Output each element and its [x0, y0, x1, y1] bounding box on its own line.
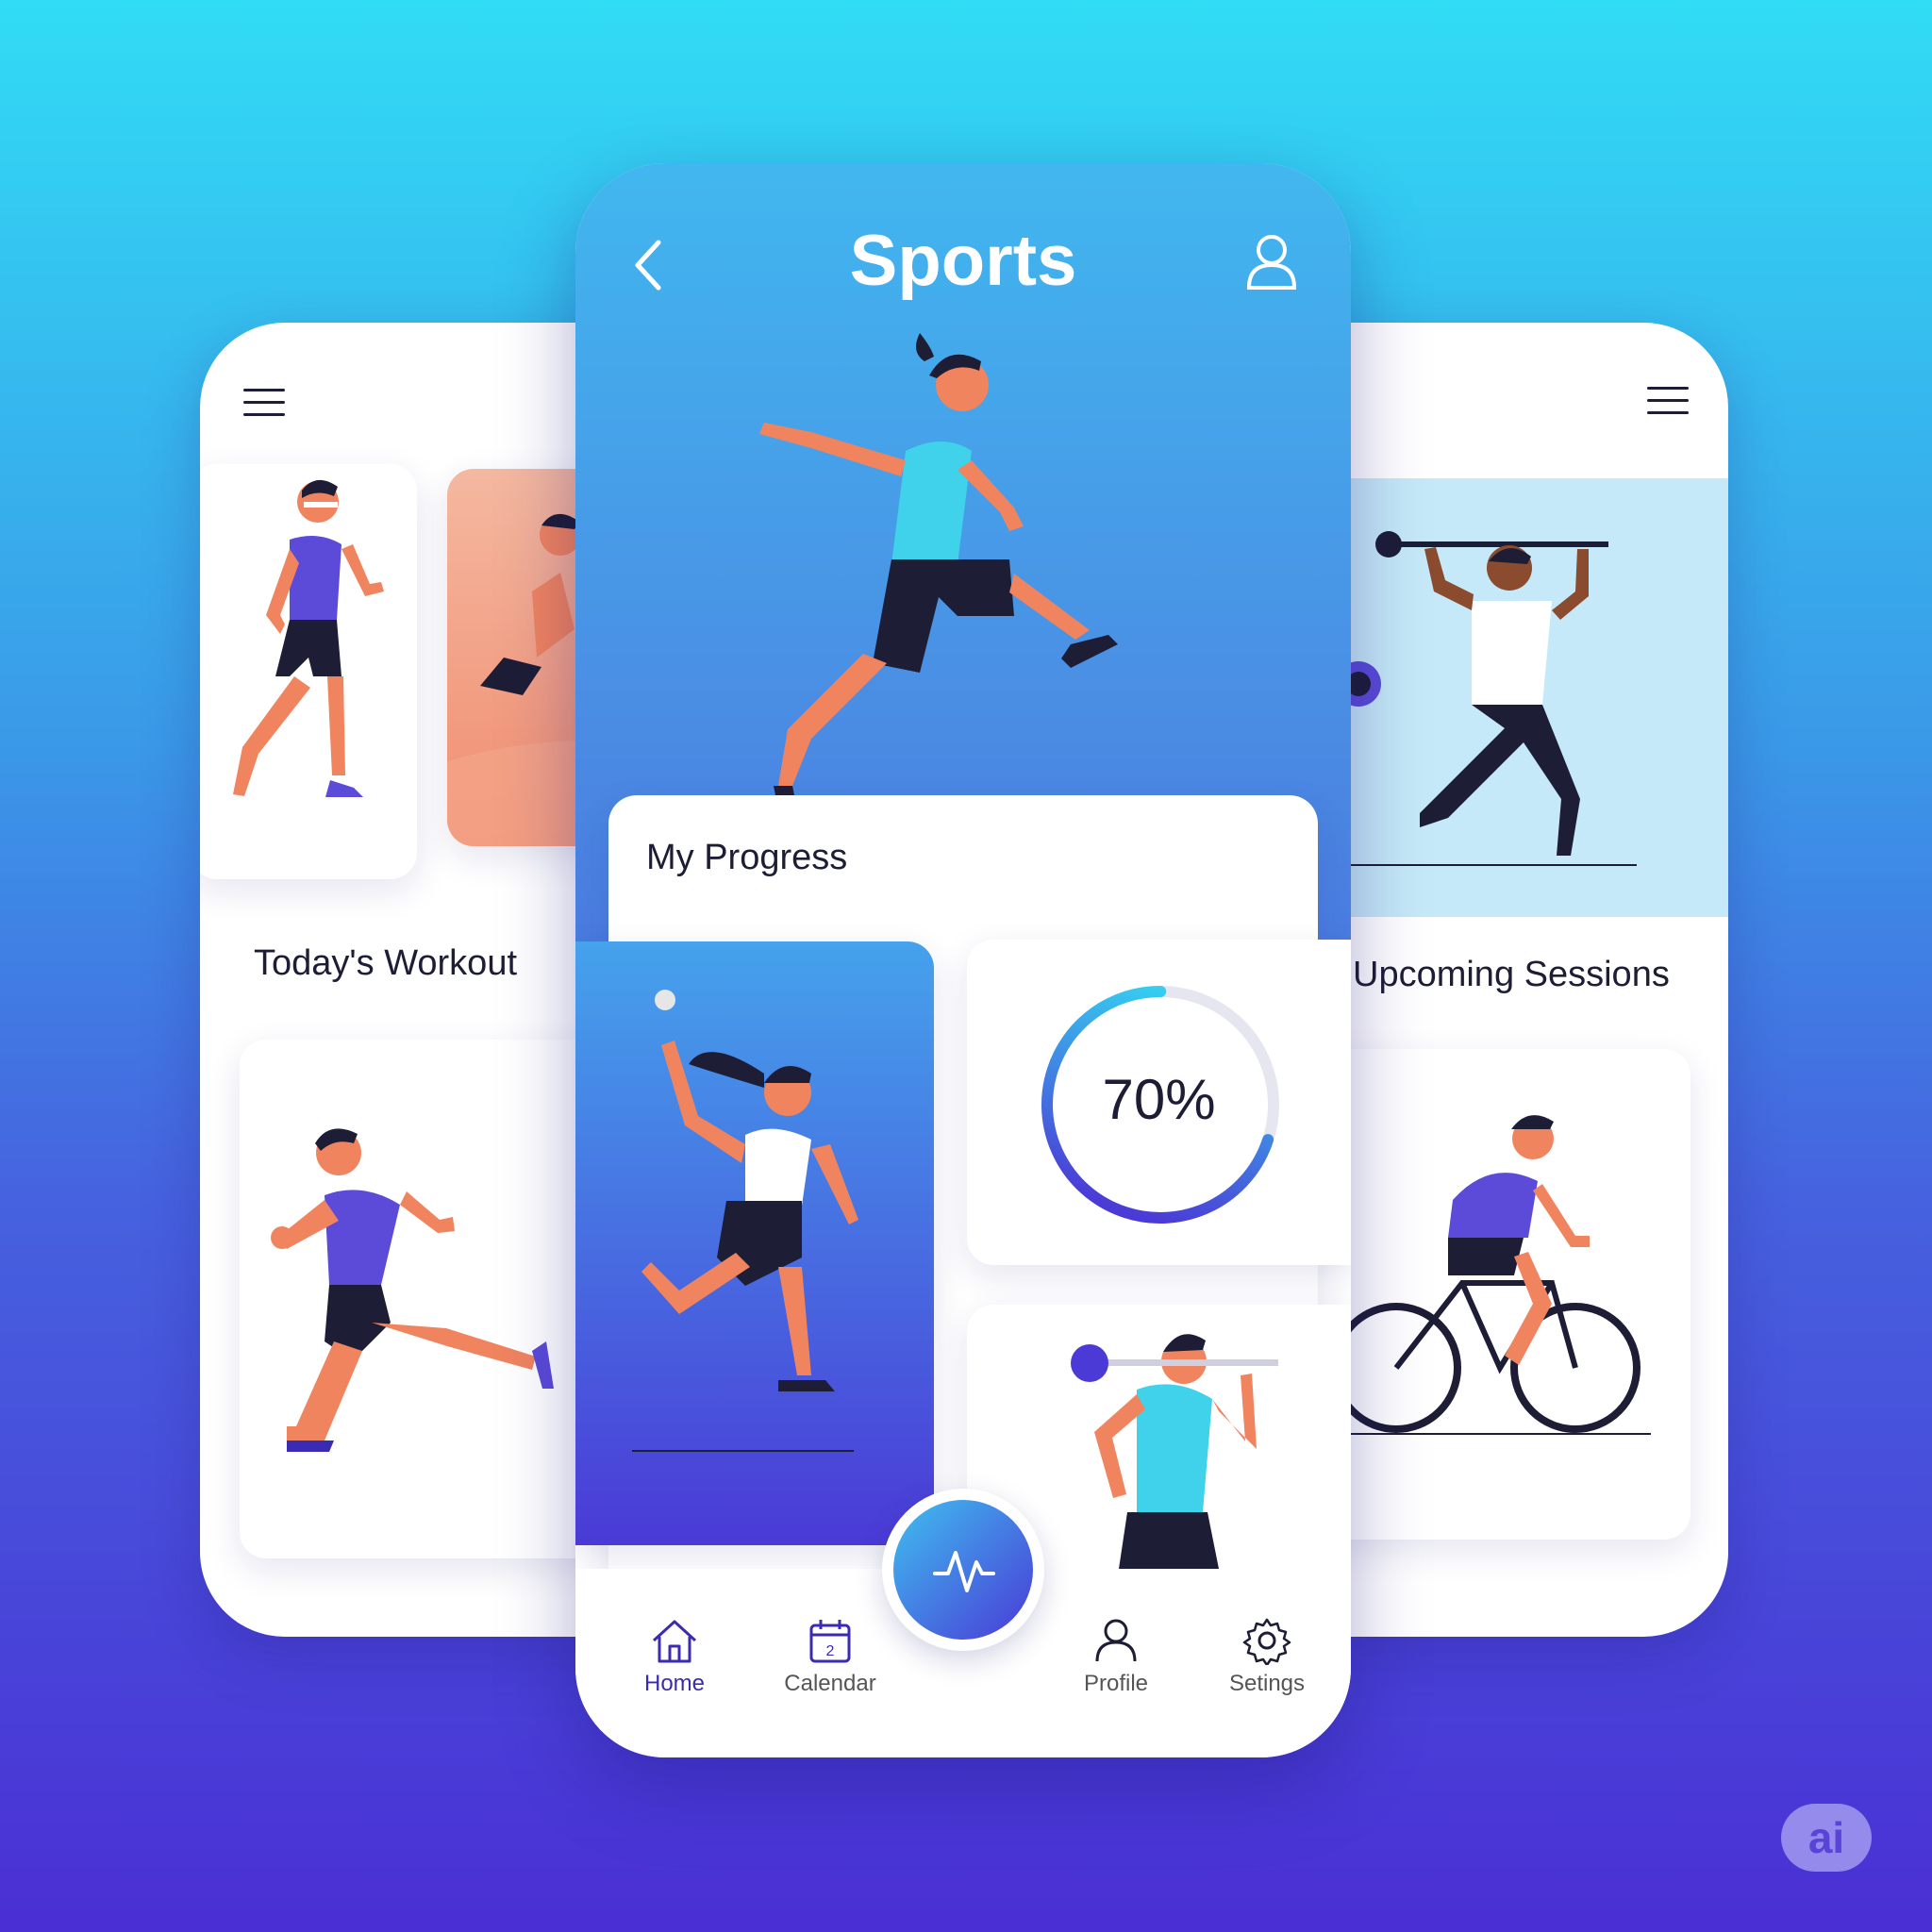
progress-heading: My Progress: [646, 838, 848, 877]
progress-ring-card: 70%: [967, 940, 1351, 1265]
tennis-card[interactable]: [575, 941, 934, 1545]
calendar-badge: 2: [826, 1643, 835, 1659]
todays-workout-heading: Today's Workout: [254, 943, 518, 983]
tennis-player-illustration: [632, 990, 858, 1452]
workout-image-card[interactable]: [200, 464, 417, 879]
left-screen: Today's Workout: [200, 323, 615, 1637]
workout-card[interactable]: [240, 1040, 615, 1558]
nav-settings-label: Setings: [1228, 1671, 1306, 1696]
nav-calendar[interactable]: 2 Calendar: [769, 1616, 891, 1697]
home-icon: [652, 1620, 697, 1663]
nav-home-label: Home: [643, 1671, 706, 1696]
nav-profile[interactable]: Profile: [1055, 1616, 1177, 1697]
gear-icon: [1242, 1618, 1291, 1665]
upcoming-sessions-heading: Upcoming Sessions: [1353, 955, 1670, 994]
sprinter-illustration: [271, 1128, 554, 1452]
weightlifter-illustration: [1321, 531, 1637, 866]
progress-percent: 70%: [1102, 1068, 1216, 1131]
runner-illustration: [233, 479, 384, 797]
user-icon[interactable]: [1245, 231, 1298, 291]
menu-icon-right[interactable]: [1647, 387, 1689, 415]
session-card[interactable]: [1321, 1049, 1690, 1540]
nav-profile-label: Profile: [1083, 1671, 1149, 1696]
fab-button[interactable]: [893, 1500, 1033, 1640]
ai-watermark: ai: [1781, 1804, 1872, 1872]
pulse-icon: [933, 1551, 995, 1592]
right-screen: Upcoming Sessions: [1321, 323, 1728, 1637]
nav-calendar-label: Calendar: [784, 1671, 876, 1696]
nav-home[interactable]: Home: [613, 1616, 736, 1697]
menu-icon[interactable]: [243, 389, 285, 417]
center-screen: Sports My Progress 70% Home 2 Calendar P…: [575, 163, 1351, 1757]
weightlifter-panel[interactable]: [1321, 478, 1728, 917]
user-icon: [1095, 1619, 1137, 1662]
cyclist-illustration: [1331, 1115, 1651, 1435]
nav-settings[interactable]: Setings: [1206, 1616, 1328, 1697]
calendar-icon: 2: [809, 1620, 851, 1663]
page-title: Sports: [849, 221, 1077, 301]
